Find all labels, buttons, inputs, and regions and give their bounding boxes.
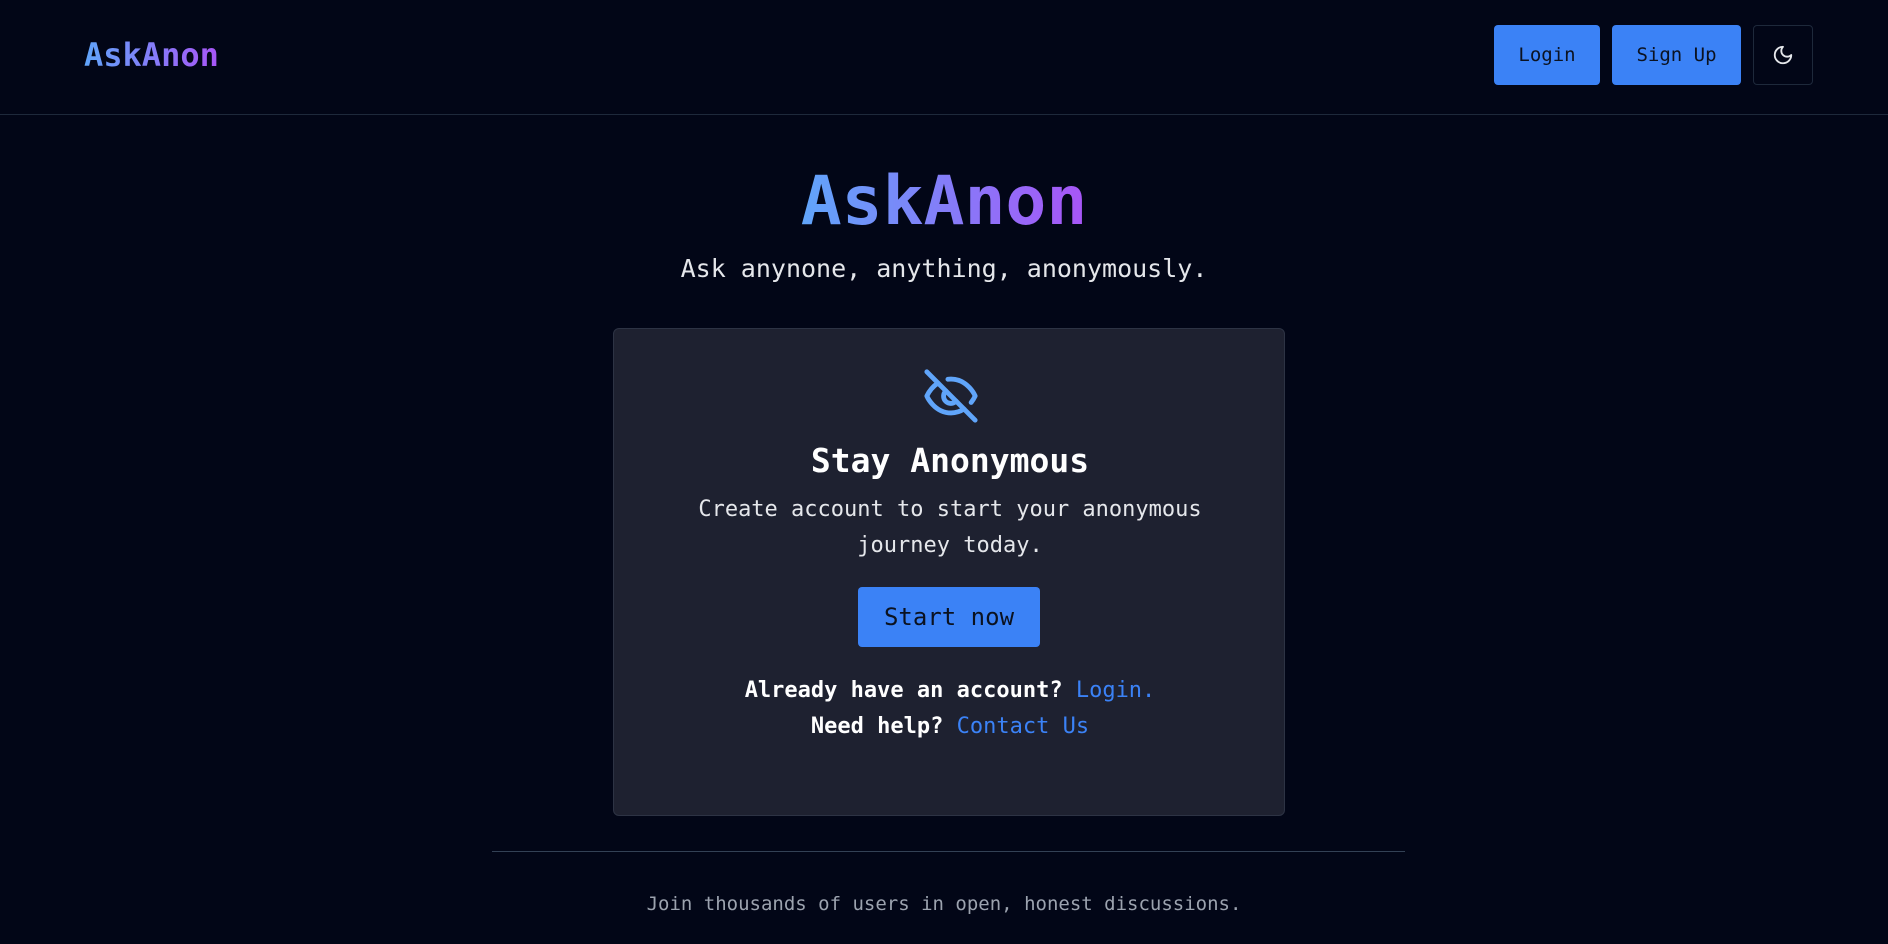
brand-logo[interactable]: AskAnon	[84, 36, 219, 74]
login-prompt: Already have an account?	[744, 678, 1063, 703]
card-links: Already have an account? Login. Need hel…	[614, 673, 1286, 745]
start-now-button[interactable]: Start now	[858, 587, 1040, 647]
login-prompt-line: Already have an account? Login.	[614, 673, 1286, 709]
help-prompt: Need help?	[810, 714, 944, 739]
nav-actions: Login Sign Up	[1494, 25, 1813, 85]
hero-subtitle: Ask anynone, anything, anonymously.	[680, 254, 1208, 283]
theme-toggle-button[interactable]	[1753, 25, 1813, 85]
login-link[interactable]: Login.	[1076, 678, 1155, 703]
eye-off-icon	[924, 369, 978, 423]
moon-icon	[1773, 45, 1793, 65]
card-description: Create account to start your anonymous j…	[698, 497, 1202, 558]
login-button[interactable]: Login	[1494, 25, 1600, 85]
hero-title: AskAnon	[800, 162, 1088, 241]
card-title: Stay Anonymous	[810, 441, 1090, 480]
signup-button[interactable]: Sign Up	[1612, 25, 1741, 85]
help-prompt-line: Need help? Contact Us	[614, 709, 1286, 745]
footer-divider	[492, 851, 1405, 852]
footer-text: Join thousands of users in open, honest …	[646, 893, 1242, 915]
signup-card: Stay Anonymous Create account to start y…	[613, 328, 1285, 816]
navbar: AskAnon Login Sign Up	[0, 0, 1888, 115]
contact-us-link[interactable]: Contact Us	[957, 714, 1089, 739]
